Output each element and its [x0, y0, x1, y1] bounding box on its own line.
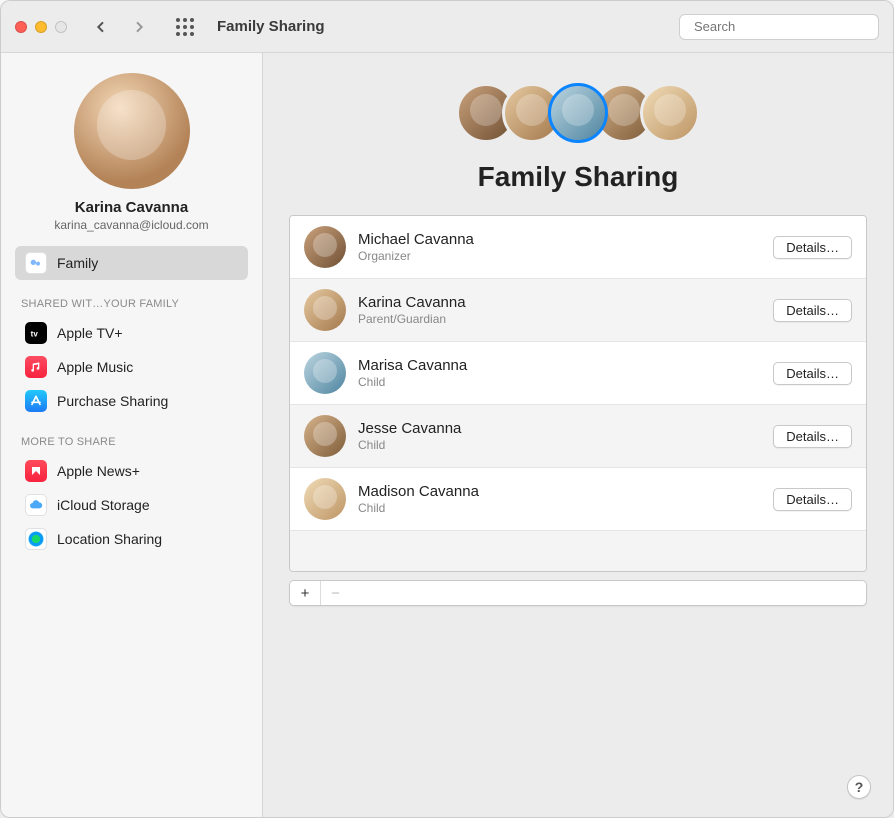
member-info: Madison Cavanna Child	[358, 483, 761, 515]
sidebar-item-apple-music[interactable]: Apple Music	[15, 350, 248, 384]
details-button[interactable]: Details…	[773, 425, 852, 448]
sidebar: Karina Cavanna karina_cavanna@icloud.com…	[1, 53, 263, 817]
member-name: Marisa Cavanna	[358, 357, 761, 374]
window: Family Sharing Karina Cavanna karina_cav…	[0, 0, 894, 818]
svg-text:tv: tv	[31, 329, 39, 338]
profile-name: Karina Cavanna	[15, 199, 248, 216]
member-avatar	[304, 415, 346, 457]
sidebar-section-more: MORE TO SHARE	[21, 436, 242, 448]
sidebar-item-label: Purchase Sharing	[57, 393, 168, 409]
sidebar-item-icloud-storage[interactable]: iCloud Storage	[15, 488, 248, 522]
sidebar-item-family[interactable]: Family	[15, 246, 248, 280]
member-name: Madison Cavanna	[358, 483, 761, 500]
sidebar-item-label: Apple TV+	[57, 325, 123, 341]
members-list: Michael Cavanna Organizer Details… Karin…	[289, 215, 867, 572]
family-avatars	[289, 83, 867, 143]
icloud-icon	[25, 494, 47, 516]
sidebar-item-apple-news[interactable]: Apple News+	[15, 454, 248, 488]
member-empty-row	[290, 531, 866, 571]
forward-button[interactable]	[125, 15, 153, 39]
location-sharing-icon	[25, 528, 47, 550]
main-pane: Family Sharing Michael Cavanna Organizer…	[263, 53, 893, 817]
window-controls	[15, 21, 77, 33]
minimize-window-button[interactable]	[35, 21, 47, 33]
details-button[interactable]: Details…	[773, 299, 852, 322]
member-role: Organizer	[358, 249, 761, 263]
member-info: Karina Cavanna Parent/Guardian	[358, 294, 761, 326]
show-all-preferences-button[interactable]	[173, 15, 197, 39]
hero: Family Sharing	[289, 73, 867, 215]
avatar[interactable]	[640, 83, 700, 143]
sidebar-item-label: iCloud Storage	[57, 497, 150, 513]
member-row[interactable]: Michael Cavanna Organizer Details…	[290, 216, 866, 279]
search-input[interactable]	[694, 19, 870, 34]
member-role: Child	[358, 438, 761, 452]
member-info: Michael Cavanna Organizer	[358, 231, 761, 263]
apple-music-icon	[25, 356, 47, 378]
details-button[interactable]: Details…	[773, 362, 852, 385]
titlebar: Family Sharing	[1, 1, 893, 53]
member-role: Child	[358, 375, 761, 389]
details-button[interactable]: Details…	[773, 488, 852, 511]
close-window-button[interactable]	[15, 21, 27, 33]
add-member-button[interactable]: +	[290, 581, 320, 605]
sidebar-item-apple-tv[interactable]: tv Apple TV+	[15, 316, 248, 350]
profile-block: Karina Cavanna karina_cavanna@icloud.com	[15, 73, 248, 246]
member-info: Jesse Cavanna Child	[358, 420, 761, 452]
sidebar-item-label: Family	[57, 255, 98, 271]
profile-email: karina_cavanna@icloud.com	[15, 218, 248, 232]
family-icon	[25, 252, 47, 274]
member-row[interactable]: Karina Cavanna Parent/Guardian Details…	[290, 279, 866, 342]
avatar-selected[interactable]	[548, 83, 608, 143]
member-row[interactable]: Marisa Cavanna Child Details…	[290, 342, 866, 405]
apple-news-icon	[25, 460, 47, 482]
back-button[interactable]	[87, 15, 115, 39]
fullscreen-window-button	[55, 21, 67, 33]
member-avatar	[304, 289, 346, 331]
purchase-sharing-icon	[25, 390, 47, 412]
member-name: Karina Cavanna	[358, 294, 761, 311]
member-row[interactable]: Jesse Cavanna Child Details…	[290, 405, 866, 468]
member-info: Marisa Cavanna Child	[358, 357, 761, 389]
add-remove-controls: + −	[289, 580, 867, 606]
member-role: Parent/Guardian	[358, 312, 761, 326]
remove-member-button[interactable]: −	[320, 581, 350, 605]
member-avatar	[304, 478, 346, 520]
window-title: Family Sharing	[217, 18, 325, 35]
member-row[interactable]: Madison Cavanna Child Details…	[290, 468, 866, 531]
sidebar-section-shared: SHARED WIT…YOUR FAMILY	[21, 298, 242, 310]
sidebar-item-label: Apple News+	[57, 463, 140, 479]
member-name: Jesse Cavanna	[358, 420, 761, 437]
profile-avatar[interactable]	[74, 73, 190, 189]
content-split: Karina Cavanna karina_cavanna@icloud.com…	[1, 53, 893, 817]
apple-tv-icon: tv	[25, 322, 47, 344]
sidebar-item-purchase-sharing[interactable]: Purchase Sharing	[15, 384, 248, 418]
help-button[interactable]: ?	[847, 775, 871, 799]
member-name: Michael Cavanna	[358, 231, 761, 248]
member-role: Child	[358, 501, 761, 515]
details-button[interactable]: Details…	[773, 236, 852, 259]
sidebar-item-label: Location Sharing	[57, 531, 162, 547]
hero-title: Family Sharing	[289, 161, 867, 193]
sidebar-item-label: Apple Music	[57, 359, 133, 375]
member-avatar	[304, 352, 346, 394]
member-avatar	[304, 226, 346, 268]
sidebar-item-location-sharing[interactable]: Location Sharing	[15, 522, 248, 556]
search-field[interactable]	[679, 14, 879, 40]
